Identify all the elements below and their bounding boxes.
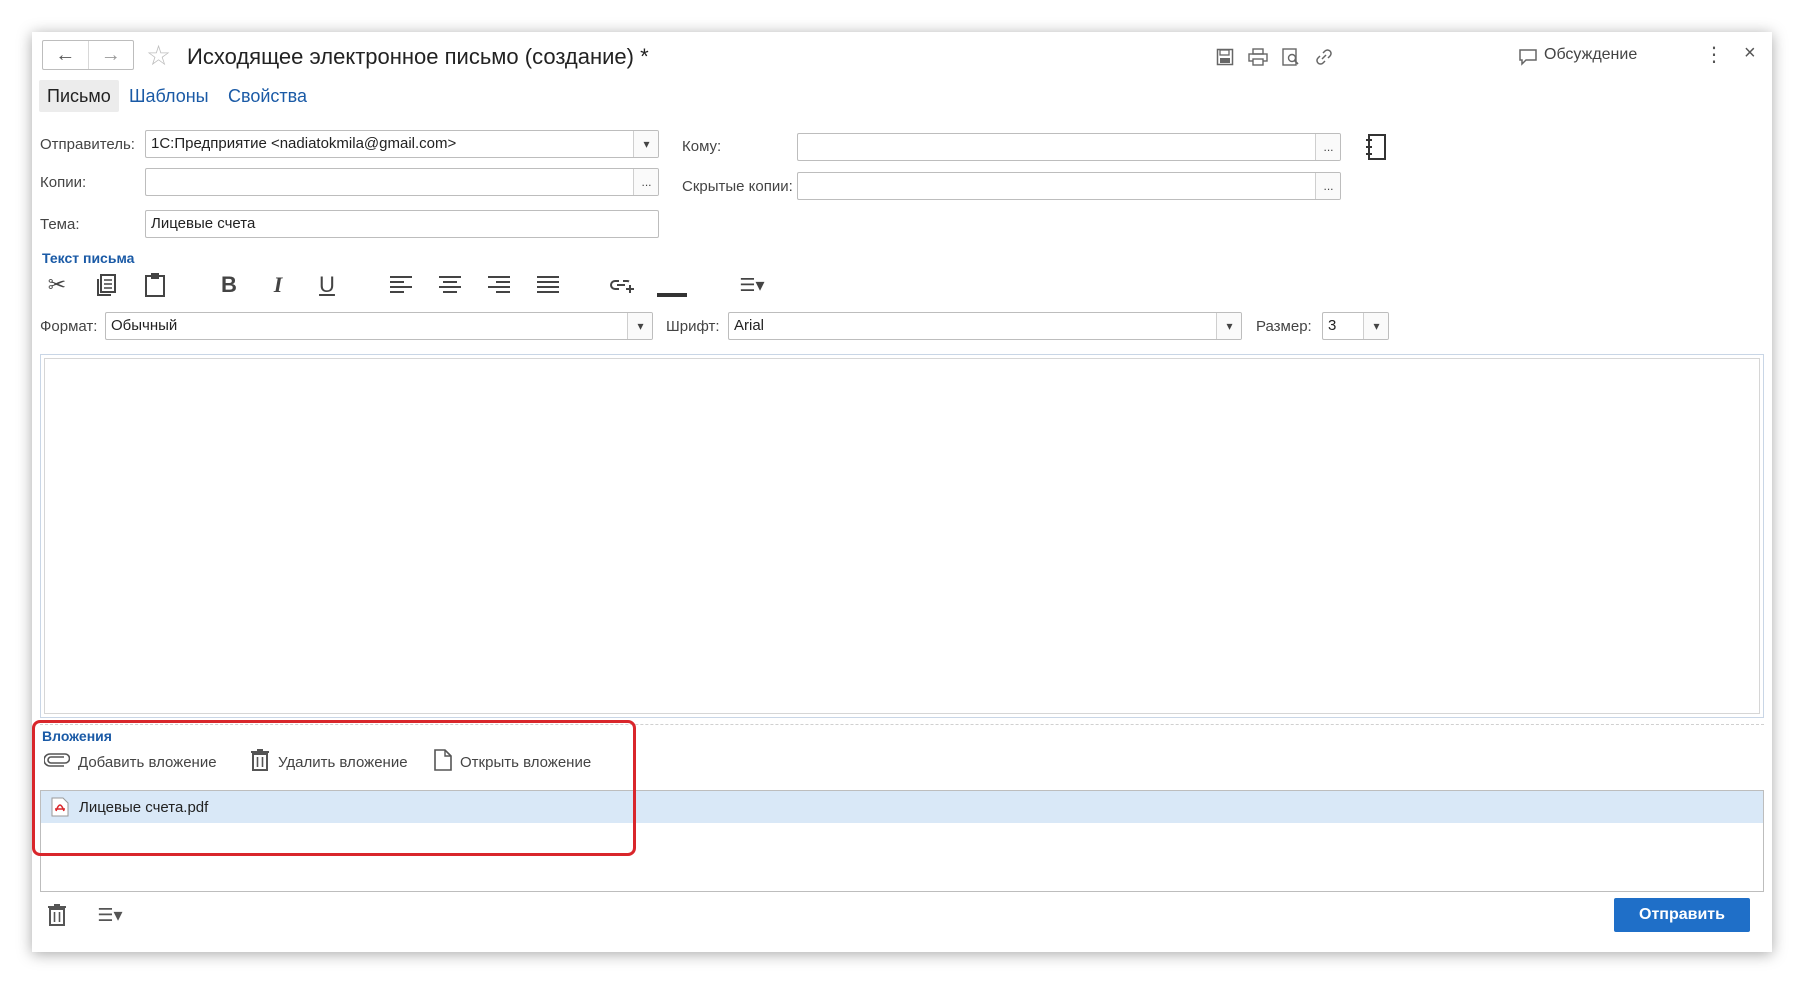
sender-value: 1С:Предприятие <nadiatokmila@gmail.com> [151,135,457,152]
text-color-icon[interactable] [657,270,687,300]
to-picker-button[interactable]: ... [1315,134,1340,160]
tab-letter[interactable]: Письмо [39,80,119,112]
sender-field[interactable]: 1С:Предприятие <nadiatokmila@gmail.com> … [145,130,659,158]
subject-value: Лицевые счета [151,215,256,232]
font-label: Шрифт: [666,318,720,335]
tab-properties[interactable]: Свойства [220,80,315,112]
paste-icon[interactable] [140,270,170,300]
delete-icon[interactable] [42,900,72,930]
font-value: Arial [734,317,765,334]
font-select[interactable]: Arial ▾ [728,312,1242,340]
bcc-picker-button[interactable]: ... [1315,173,1340,199]
send-button[interactable]: Отправить [1614,898,1750,932]
cut-icon[interactable]: ✂ [42,270,72,300]
back-button[interactable]: ← [43,41,88,69]
bold-icon[interactable]: B [214,270,244,300]
discussion-icon[interactable] [1515,44,1541,70]
highlight-frame [32,720,636,856]
window-title: Исходящее электронное письмо (создание) … [187,44,649,69]
underline-icon[interactable]: U [312,270,342,300]
sender-label: Отправитель: [40,136,135,153]
insert-link-icon[interactable] [607,270,637,300]
tab-templates[interactable]: Шаблоны [121,80,217,112]
align-left-icon[interactable] [386,270,416,300]
bcc-field[interactable]: ... [797,172,1341,200]
align-center-icon[interactable] [435,270,465,300]
subject-input[interactable]: Лицевые счета [145,210,659,238]
subject-label: Тема: [40,216,80,233]
cc-field[interactable]: ... [145,168,659,196]
cc-label: Копии: [40,174,87,191]
link-icon[interactable] [1311,44,1337,70]
preview-icon[interactable] [1278,44,1304,70]
size-select[interactable]: 3 ▾ [1322,312,1389,340]
font-dropdown-icon[interactable]: ▾ [1216,313,1241,339]
copy-icon[interactable] [91,270,121,300]
size-label: Размер: [1256,318,1312,335]
discussion-button[interactable]: Обсуждение [1544,46,1637,64]
bcc-label: Скрытые копии: [682,178,793,195]
italic-icon[interactable]: I [263,270,293,300]
justify-icon[interactable] [533,270,563,300]
nav-buttons: ← → [42,40,134,70]
cc-picker-button[interactable]: ... [633,169,658,195]
to-field[interactable]: ... [797,133,1341,161]
more-actions-menu-icon[interactable]: ☰▾ [90,900,130,930]
email-window: ← → ☆ Исходящее электронное письмо (созд… [32,32,1772,952]
more-format-menu-icon[interactable]: ☰▾ [737,270,767,300]
format-select[interactable]: Обычный ▾ [105,312,653,340]
print-icon[interactable] [1245,44,1271,70]
format-label: Формат: [40,318,98,335]
message-body-editor[interactable] [40,354,1764,718]
message-body-text[interactable] [44,358,1760,714]
size-dropdown-icon[interactable]: ▾ [1363,313,1388,339]
forward-button[interactable]: → [87,41,134,69]
sender-dropdown-icon[interactable]: ▾ [633,131,658,157]
message-text-title: Текст письма [42,250,135,266]
address-book-icon[interactable] [1360,131,1392,163]
align-right-icon[interactable] [484,270,514,300]
favorite-star-icon[interactable]: ☆ [146,42,171,70]
format-value: Обычный [111,317,178,334]
to-label: Кому: [682,138,722,155]
save-icon[interactable] [1212,44,1238,70]
more-menu-icon[interactable]: ⋮ [1704,42,1724,67]
close-icon[interactable]: × [1744,42,1756,65]
size-value: 3 [1328,317,1337,334]
format-dropdown-icon[interactable]: ▾ [627,313,652,339]
